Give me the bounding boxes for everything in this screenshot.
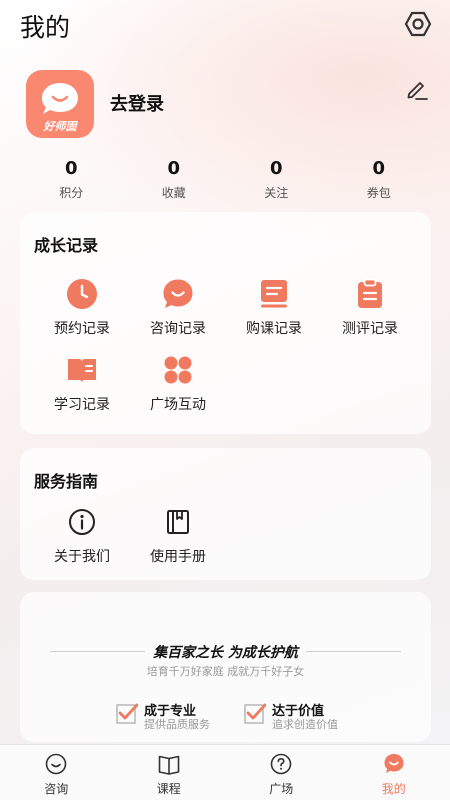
header: 我的 bbox=[0, 0, 450, 50]
service-item-label: 关于我们 bbox=[54, 549, 110, 565]
settings-icon bbox=[404, 11, 432, 37]
growth-item-label: 预约记录 bbox=[54, 321, 110, 337]
smile-icon bbox=[45, 753, 67, 775]
service-guide-title: 服务指南 bbox=[34, 472, 99, 491]
growth-item-label: 测评记录 bbox=[342, 321, 398, 337]
stat-coupons[interactable]: 0 券包 bbox=[328, 158, 431, 204]
chat-bubble-icon bbox=[42, 83, 78, 114]
service-item-manual[interactable]: 使用手册 bbox=[130, 506, 226, 570]
avatar[interactable]: 好师固 bbox=[26, 70, 94, 138]
stat-label: 积分 bbox=[59, 186, 84, 200]
manual-icon bbox=[167, 510, 189, 534]
growth-item-assessments[interactable]: 测评记录 bbox=[322, 278, 418, 342]
course-icon bbox=[261, 280, 287, 308]
growth-item-label: 学习记录 bbox=[54, 397, 110, 413]
stat-following[interactable]: 0 关注 bbox=[225, 158, 328, 204]
profile-section: 好师固 去登录 bbox=[0, 68, 450, 140]
clipboard-icon bbox=[358, 278, 382, 308]
growth-item-study[interactable]: 学习记录 bbox=[34, 354, 130, 418]
stat-label: 收藏 bbox=[161, 186, 186, 200]
promo-card: 集百家之长 为成长护航 培育千万好家庭 成就万千好子女 成于专业 提供品质服务 … bbox=[20, 592, 431, 742]
tab-square[interactable]: 广场 bbox=[225, 745, 338, 800]
checkbox-icon bbox=[116, 703, 138, 724]
promo-feature-subtitle: 提供品质服务 bbox=[144, 718, 210, 731]
promo-slogan: 集百家之长 为成长护航 bbox=[153, 645, 298, 661]
growth-records-title: 成长记录 bbox=[34, 236, 99, 255]
profile-mascot-icon bbox=[384, 754, 404, 773]
stat-points[interactable]: 0 积分 bbox=[20, 158, 123, 204]
book-icon bbox=[158, 755, 180, 775]
promo-feature: 达于价值 追求创造价值 bbox=[244, 700, 364, 731]
service-item-label: 使用手册 bbox=[150, 549, 206, 565]
page-title: 我的 bbox=[20, 13, 71, 42]
clock-icon bbox=[67, 279, 97, 309]
service-item-about[interactable]: 关于我们 bbox=[34, 506, 130, 570]
tab-consult[interactable]: 咨询 bbox=[0, 745, 113, 800]
edit-profile-button[interactable] bbox=[404, 76, 430, 102]
stat-value: 0 bbox=[269, 158, 283, 179]
tab-label: 广场 bbox=[269, 782, 294, 796]
question-icon bbox=[270, 753, 292, 775]
info-icon bbox=[69, 509, 95, 535]
open-book-icon bbox=[68, 359, 96, 383]
growth-item-square-interaction[interactable]: 广场互动 bbox=[130, 354, 226, 418]
growth-item-consultations[interactable]: 咨询记录 bbox=[130, 278, 226, 342]
promo-slogan-sub: 培育千万好家庭 成就万千好子女 bbox=[146, 665, 305, 678]
settings-button[interactable] bbox=[404, 10, 432, 38]
growth-item-label: 购课记录 bbox=[246, 321, 302, 337]
stat-label: 关注 bbox=[264, 186, 289, 200]
growth-item-label: 广场互动 bbox=[150, 397, 206, 413]
growth-item-purchases[interactable]: 购课记录 bbox=[226, 278, 322, 342]
stat-value: 0 bbox=[372, 158, 386, 179]
tab-mine[interactable]: 我的 bbox=[338, 745, 450, 800]
bottom-tab-bar: 咨询 课程 广场 我的 bbox=[0, 744, 450, 800]
checkbox-icon bbox=[244, 703, 266, 724]
tab-courses[interactable]: 课程 bbox=[113, 745, 226, 800]
chat-bubble-icon bbox=[163, 279, 193, 308]
stats-row: 0 积分 0 收藏 0 关注 0 券包 bbox=[20, 158, 430, 204]
growth-item-appointments[interactable]: 预约记录 bbox=[34, 278, 130, 342]
stat-value: 0 bbox=[64, 158, 78, 179]
login-link[interactable]: 去登录 bbox=[110, 90, 164, 116]
tab-label: 课程 bbox=[156, 782, 181, 796]
tab-label: 我的 bbox=[381, 782, 406, 796]
edit-icon bbox=[407, 82, 428, 100]
promo-feature: 成于专业 提供品质服务 bbox=[116, 700, 236, 731]
service-guide-card: 服务指南 关于我们 使用手册 bbox=[20, 448, 431, 580]
growth-records-card: 成长记录 预约记录 咨询记录 购课记录 测评记录 学习记录 广场互动 bbox=[20, 212, 431, 434]
avatar-brand: 好师固 bbox=[43, 120, 77, 133]
stat-favorites[interactable]: 0 收藏 bbox=[123, 158, 226, 204]
tab-label: 咨询 bbox=[44, 782, 69, 796]
promo-feature-subtitle: 追求创造价值 bbox=[272, 718, 338, 731]
growth-item-label: 咨询记录 bbox=[150, 321, 206, 337]
grid-dots-icon bbox=[164, 356, 192, 384]
stat-label: 券包 bbox=[366, 186, 391, 200]
stat-value: 0 bbox=[167, 158, 181, 179]
